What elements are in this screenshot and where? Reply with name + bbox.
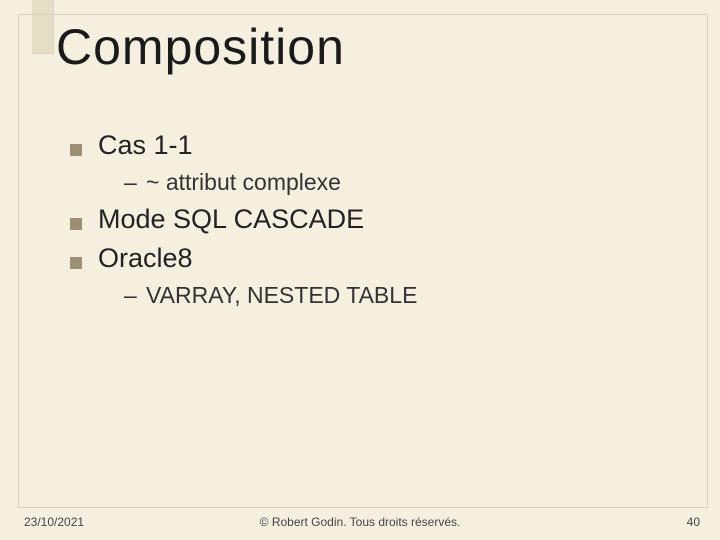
footer-copyright: © Robert Godin. Tous droits réservés. (260, 515, 461, 529)
footer-page-number: 40 (687, 515, 700, 529)
list-item-label: Mode SQL CASCADE (98, 204, 364, 235)
slide-title: Composition (56, 18, 345, 76)
dash-bullet-icon: – (124, 282, 134, 309)
list-subitem-label: ~ attribut complexe (146, 169, 341, 196)
list-item-label: Cas 1-1 (98, 130, 193, 161)
list-item: Cas 1-1 (70, 130, 680, 161)
list-subitem: – ~ attribut complexe (124, 169, 680, 196)
list-subitem: – VARRAY, NESTED TABLE (124, 282, 680, 309)
footer-date: 23/10/2021 (24, 515, 84, 529)
square-bullet-icon (70, 257, 82, 269)
square-bullet-icon (70, 144, 82, 156)
list-item: Oracle8 (70, 243, 680, 274)
square-bullet-icon (70, 218, 82, 230)
list-subitem-label: VARRAY, NESTED TABLE (146, 282, 417, 309)
slide-content: Cas 1-1 – ~ attribut complexe Mode SQL C… (70, 130, 680, 317)
list-item: Mode SQL CASCADE (70, 204, 680, 235)
dash-bullet-icon: – (124, 169, 134, 196)
slide-footer: 23/10/2021 © Robert Godin. Tous droits r… (0, 512, 720, 532)
list-item-label: Oracle8 (98, 243, 193, 274)
